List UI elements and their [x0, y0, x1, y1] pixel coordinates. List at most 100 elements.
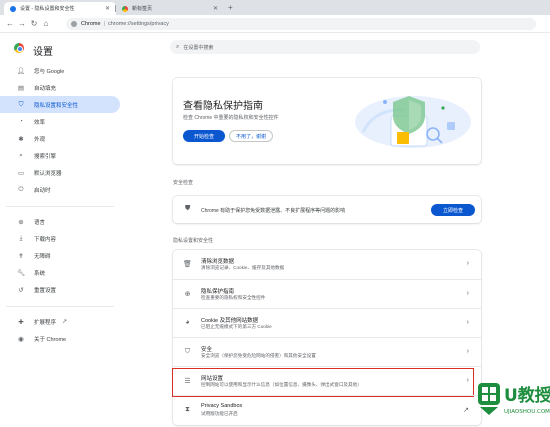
sidebar-item-on-startup[interactable]: ⏻ 启动时 [0, 181, 120, 198]
external-link-icon: ↗ [62, 319, 68, 325]
accessibility-icon: ✝ [18, 252, 24, 260]
chrome-about-icon: ◉ [18, 335, 24, 343]
sidebar-item-label: 自动填充 [34, 85, 57, 92]
address-url: chrome://settings/privacy [108, 21, 169, 27]
new-tab-plus-icon[interactable]: + [228, 3, 233, 12]
sidebar-item-you-and-google[interactable]: 👤︎ 您与 Google [0, 62, 120, 79]
chrome-site-icon [71, 21, 77, 27]
safety-check-card: ⛊ Chrome 有助于保护您免受数据泄露、不良扩展程序等问题的影响 立即检查 [173, 196, 481, 223]
address-scheme: Chrome [81, 21, 101, 27]
search-icon: ⌕ [19, 151, 23, 159]
chevron-right-icon: › [466, 319, 469, 326]
list-item-privacy-sandbox[interactable]: ⧗ Privacy Sandbox 试用版功能已开启 ↗ [173, 395, 481, 424]
row-subtitle: 安全浏览（保护您免受危险网站的侵害）和其他安全设置 [201, 353, 316, 358]
settings-header: 设置 ⌕ 在设置中搜索 [0, 34, 550, 60]
sidebar-divider [6, 198, 114, 207]
list-item-clear-browsing-data[interactable]: 🗑︎ 清除浏览数据 清除浏览记录、Cookie、缓存及其他数据 › [173, 250, 481, 279]
svg-text:U教授: U教授 [504, 385, 550, 406]
sidebar-item-label: 扩展程序 [34, 319, 57, 326]
sidebar-item-reset[interactable]: ↺ 重置设置 [0, 281, 120, 298]
tab-title: 新标签页 [132, 6, 153, 12]
browser-icon: ▭ [17, 169, 25, 177]
sidebar-item-appearance[interactable]: ✱ 外观 [0, 130, 120, 147]
settings-search-input[interactable]: ⌕ 在设置中搜索 [170, 40, 480, 54]
download-icon: ⤓ [19, 234, 23, 242]
sidebar-item-accessibility[interactable]: ✝ 无障碍 [0, 247, 120, 264]
row-title: 网站设置 [201, 376, 224, 382]
search-icon: ⌕ [176, 43, 180, 50]
sidebar-item-downloads[interactable]: ⤓ 下载内容 [0, 230, 120, 247]
safety-check-text: Chrome 有助于保护您免受数据泄露、不良扩展程序等问题的影响 [201, 208, 346, 214]
shield-icon: ⛉ [18, 100, 24, 108]
svg-text:UJIAOSHOU.COM: UJIAOSHOU.COM [504, 409, 550, 415]
row-subtitle: 清除浏览记录、Cookie、缓存及其他数据 [201, 265, 285, 270]
sidebar-item-label: 系统 [34, 270, 46, 277]
privacy-security-heading: 隐私设置和安全性 [173, 238, 214, 244]
row-title: Privacy Sandbox [201, 403, 243, 409]
chevron-right-icon: › [466, 377, 469, 384]
start-review-button[interactable]: 开始检查 [183, 130, 225, 142]
sidebar-item-label: 无障碍 [34, 253, 51, 260]
power-icon: ⏻ [18, 185, 24, 193]
sidebar-divider [6, 298, 114, 307]
forward-arrow-icon[interactable]: → [16, 19, 28, 28]
address-divider: | [103, 21, 105, 27]
sidebar-item-label: 搜索引擎 [34, 153, 57, 160]
sidebar-item-languages[interactable]: ⊕ 语言 [0, 213, 120, 230]
settings-sidebar: 👤︎ 您与 Google ▤ 自动填充 ⛉ 隐私设置和安全性 ◔ 效率 ✱ 外观… [0, 62, 120, 347]
tab-settings[interactable]: 设置 - 隐私设置和安全性 ✕ [4, 2, 116, 15]
address-bar[interactable]: Chrome | chrome://settings/privacy [66, 18, 536, 30]
no-thanks-button[interactable]: 不用了，谢谢 [229, 130, 273, 142]
sidebar-item-search-engine[interactable]: ⌕ 搜索引擎 [0, 147, 120, 164]
speedometer-icon: ◔ [19, 118, 23, 125]
sidebar-item-autofill[interactable]: ▤ 自动填充 [0, 79, 120, 96]
chevron-right-icon: › [466, 260, 469, 267]
tab-strip: 设置 - 隐私设置和安全性 ✕ 新标签页 ✕ + [0, 0, 550, 15]
sidebar-item-extensions[interactable]: ✚ 扩展程序 ↗ [0, 313, 120, 330]
tab-new-tab[interactable]: 新标签页 ✕ [116, 2, 224, 15]
privacy-guide-illustration [355, 96, 471, 148]
autofill-icon: ▤ [17, 84, 25, 92]
sidebar-item-label: 重置设置 [34, 287, 57, 294]
ujiaoshou-watermark-logo: U教授 UJIAOSHOU.COM [478, 383, 550, 415]
chevron-right-icon: › [466, 348, 469, 355]
list-item-cookies[interactable]: ◕ Cookie 及其他网站数据 已阻止无痕模式下的第三方 Cookie › [173, 308, 481, 337]
row-subtitle: 已阻止无痕模式下的第三方 Cookie [201, 324, 272, 329]
browser-toolbar: ← → ↻ ⌂ Chrome | chrome://settings/priva… [0, 15, 550, 33]
row-subtitle: 控制网站可以使用和显示什么信息（如位置信息、摄像头、弹出式窗口及其他） [201, 382, 362, 387]
sliders-icon: ☰ [184, 378, 191, 385]
chevron-right-icon: › [466, 290, 469, 297]
chrome-favicon-icon [122, 5, 128, 12]
close-icon[interactable]: ✕ [105, 5, 110, 12]
safety-check-heading: 安全检查 [173, 180, 194, 186]
promo-description: 检查 Chrome 中重要的隐私权和安全性控件 [183, 115, 279, 121]
close-icon[interactable]: ✕ [213, 5, 218, 12]
palette-icon: ✱ [18, 135, 24, 143]
row-title: 隐私保护指南 [201, 289, 235, 295]
back-arrow-icon[interactable]: ← [4, 19, 16, 28]
sidebar-item-privacy[interactable]: ⛉ 隐私设置和安全性 [0, 96, 120, 113]
list-item-security[interactable]: ⛉ 安全 安全浏览（保护您免受危险网站的侵害）和其他安全设置 › [173, 337, 481, 366]
sidebar-item-label: 下载内容 [34, 236, 57, 243]
security-shield-icon: ⛉ [184, 348, 191, 355]
row-title: 清除浏览数据 [201, 259, 235, 265]
sidebar-item-default-browser[interactable]: ▭ 默认浏览器 [0, 164, 120, 181]
list-item-privacy-guide[interactable]: ⊕ 隐私保护指南 检查重要的隐私权和安全性控件 › [173, 279, 481, 308]
trash-icon: 🗑︎ [183, 261, 192, 268]
sidebar-item-label: 启动时 [34, 187, 51, 194]
privacy-guide-icon: ⊕ [184, 291, 191, 298]
sidebar-item-system[interactable]: 🔧︎ 系统 [0, 264, 120, 281]
page-title: 设置 [33, 47, 53, 58]
external-link-icon: ↗ [463, 407, 469, 414]
cookie-icon: ◕ [185, 319, 190, 326]
sidebar-item-performance[interactable]: ◔ 效率 [0, 113, 120, 130]
sidebar-item-about[interactable]: ◉ 关于 Chrome [0, 330, 120, 347]
list-item-site-settings[interactable]: ☰ 网站设置 控制网站可以使用和显示什么信息（如位置信息、摄像头、弹出式窗口及其… [172, 366, 481, 397]
privacy-guide-promo-card: 查看隐私保护指南 检查 Chrome 中重要的隐私权和安全性控件 开始检查 不用… [173, 78, 481, 164]
home-icon[interactable]: ⌂ [40, 19, 52, 28]
reset-icon: ↺ [18, 286, 24, 294]
reload-icon[interactable]: ↻ [28, 19, 40, 28]
globe-icon: ⊕ [18, 218, 24, 226]
check-now-button[interactable]: 立即检查 [431, 204, 475, 216]
puzzle-icon: ✚ [18, 318, 24, 326]
